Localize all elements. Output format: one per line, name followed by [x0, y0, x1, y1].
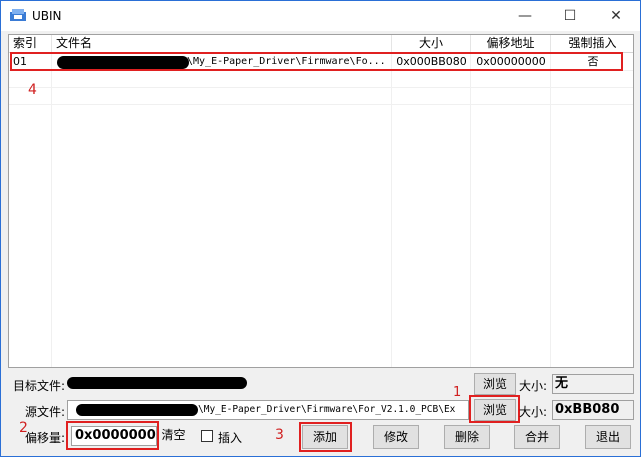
target-size-value: 无	[552, 374, 634, 394]
highlight-offset-box	[66, 421, 159, 450]
close-icon[interactable]: ✕	[593, 1, 639, 31]
insert-label: 插入	[218, 431, 243, 445]
source-path-text: \My_E-Paper_Driver\Firmware\For_V2.1.0_P…	[198, 404, 456, 415]
highlight-add-box	[299, 422, 352, 452]
target-file-input[interactable]	[67, 374, 469, 394]
delete-button[interactable]: 删除	[444, 425, 490, 449]
clear-button[interactable]: 清空	[159, 426, 188, 446]
exit-button[interactable]: 退出	[585, 425, 631, 449]
col-filename[interactable]: 文件名	[52, 35, 392, 52]
source-size-value: 0xBB080	[552, 400, 634, 420]
insert-checkbox[interactable]	[201, 430, 213, 442]
col-index[interactable]: 索引	[9, 35, 52, 52]
source-file-label: 源文件:	[25, 405, 66, 419]
modify-button[interactable]: 修改	[373, 425, 419, 449]
highlight-row-box	[10, 52, 623, 71]
annotation-3: 3	[275, 427, 284, 443]
minimize-icon[interactable]: —	[502, 1, 548, 31]
target-size-label: 大小:	[519, 379, 548, 393]
annotation-1: 1	[453, 385, 462, 400]
file-list[interactable]: 索引 文件名 大小 偏移地址 强制插入 01 \My_E-Paper_Drive…	[8, 34, 634, 368]
source-file-input[interactable]: \My_E-Paper_Driver\Firmware\For_V2.1.0_P…	[67, 400, 469, 420]
col-size[interactable]: 大小	[392, 35, 471, 52]
window-title: UBIN	[32, 9, 62, 23]
app-window: UBIN — ☐ ✕ 索引 文件名 大小 偏移地址 强制插入 01 \My_E-…	[0, 0, 641, 457]
app-icon	[10, 9, 26, 21]
target-browse-button[interactable]: 浏览	[474, 373, 516, 395]
annotation-4: 4	[28, 82, 37, 98]
highlight-browse-box	[469, 395, 520, 423]
source-size-label: 大小:	[519, 405, 548, 419]
list-header: 索引 文件名 大小 偏移地址 强制插入	[9, 35, 633, 53]
col-offset[interactable]: 偏移地址	[471, 35, 551, 52]
merge-button[interactable]: 合并	[514, 425, 560, 449]
title-bar[interactable]: UBIN — ☐ ✕	[1, 1, 640, 31]
target-file-label: 目标文件:	[13, 379, 66, 393]
col-force[interactable]: 强制插入	[551, 35, 633, 52]
offset-label: 偏移量:	[25, 431, 66, 445]
maximize-icon[interactable]: ☐	[547, 1, 593, 31]
